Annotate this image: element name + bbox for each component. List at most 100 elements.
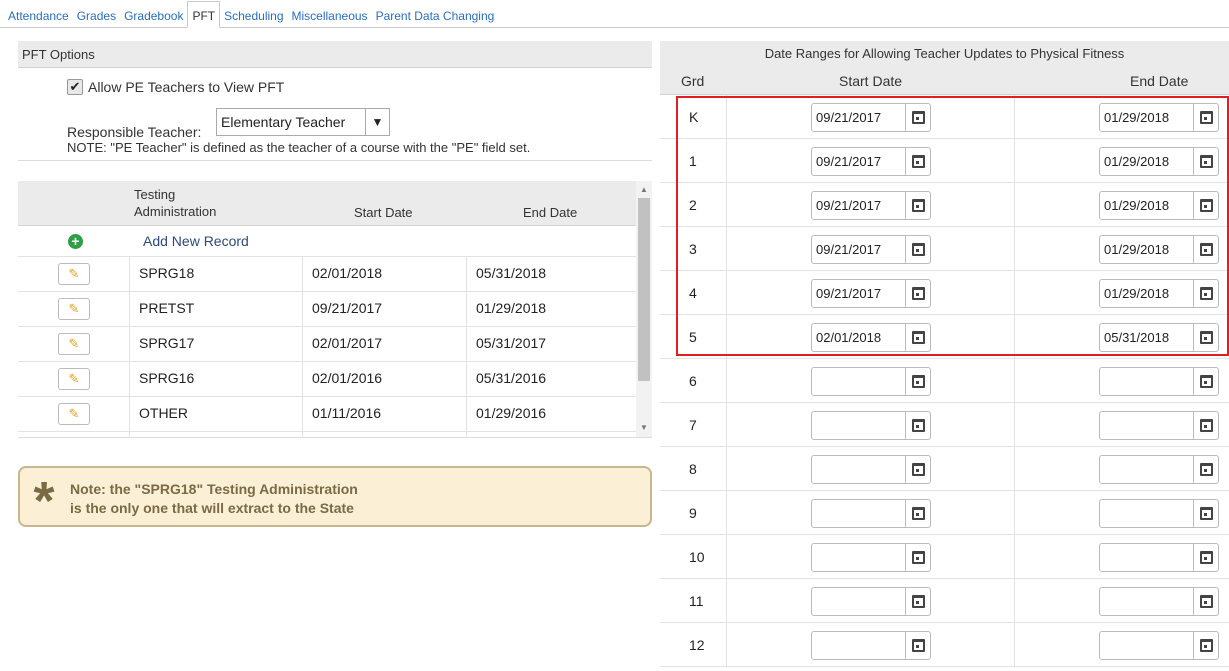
edit-button[interactable]: ✎ xyxy=(58,298,90,320)
module-tabs: Attendance Grades Gradebook PFT Scheduli… xyxy=(0,0,1229,28)
calendar-icon[interactable] xyxy=(905,280,930,307)
admin-start-cell: 02/01/2017 xyxy=(303,327,467,362)
admin-start-cell: 02/01/2018 xyxy=(303,257,467,292)
grade-row: 5 02/01/2018 05/31/2018 xyxy=(660,315,1229,359)
start-date-input[interactable] xyxy=(811,499,931,528)
sprg18-note-box: * Note: the "SPRG18" Testing Administrat… xyxy=(18,466,652,531)
grade-label: K xyxy=(689,109,699,125)
calendar-icon[interactable] xyxy=(1193,324,1218,351)
start-date-input[interactable]: 09/21/2017 xyxy=(811,235,931,264)
scroll-up-icon[interactable]: ▲ xyxy=(636,183,652,197)
calendar-icon[interactable] xyxy=(1193,148,1218,175)
end-date-input[interactable] xyxy=(1099,543,1219,572)
edit-button[interactable]: ✎ xyxy=(58,263,90,285)
divider xyxy=(726,183,727,227)
calendar-icon[interactable] xyxy=(1193,280,1218,307)
end-date-input[interactable] xyxy=(1099,411,1219,440)
start-date-input[interactable] xyxy=(811,411,931,440)
calendar-icon[interactable] xyxy=(1193,500,1218,527)
calendar-icon[interactable] xyxy=(1193,192,1218,219)
start-date-input[interactable] xyxy=(811,455,931,484)
tab-grades[interactable]: Grades xyxy=(73,1,120,27)
end-date-input[interactable]: 05/31/2018 xyxy=(1099,323,1219,352)
grade-row: 7 xyxy=(660,403,1229,447)
dropdown-arrow-icon[interactable]: ▼ xyxy=(365,109,389,135)
start-date-input[interactable]: 09/21/2017 xyxy=(811,191,931,220)
calendar-icon[interactable] xyxy=(905,632,930,659)
calendar-icon[interactable] xyxy=(1193,368,1218,395)
calendar-icon[interactable] xyxy=(1193,412,1218,439)
calendar-icon[interactable] xyxy=(905,588,930,615)
tab-miscellaneous[interactable]: Miscellaneous xyxy=(288,1,372,27)
calendar-icon[interactable] xyxy=(1193,632,1218,659)
table-scrollbar[interactable]: ▲ ▼ xyxy=(636,181,652,437)
allow-pe-row: ✔ Allow PE Teachers to View PFT xyxy=(67,79,284,95)
calendar-icon[interactable] xyxy=(1193,236,1218,263)
calendar-icon[interactable] xyxy=(1193,588,1218,615)
calendar-icon[interactable] xyxy=(905,500,930,527)
column-header-admin[interactable]: Testing Administration xyxy=(134,186,254,220)
asterisk-icon: * xyxy=(33,471,55,531)
calendar-icon[interactable] xyxy=(905,104,930,131)
calendar-icon[interactable] xyxy=(905,412,930,439)
calendar-icon[interactable] xyxy=(1193,456,1218,483)
tab-scheduling[interactable]: Scheduling xyxy=(220,1,287,27)
start-date-input[interactable]: 09/21/2017 xyxy=(811,147,931,176)
end-date-input[interactable]: 01/29/2018 xyxy=(1099,279,1219,308)
tab-parent-data-changing[interactable]: Parent Data Changing xyxy=(372,1,499,27)
start-date-input[interactable]: 02/01/2018 xyxy=(811,323,931,352)
grade-row: 11 xyxy=(660,579,1229,623)
allow-pe-checkbox[interactable]: ✔ xyxy=(67,79,83,95)
grade-label: 3 xyxy=(689,241,697,257)
divider xyxy=(726,535,727,579)
start-date-input[interactable] xyxy=(811,587,931,616)
pencil-icon: ✎ xyxy=(68,406,80,421)
end-date-input[interactable]: 01/29/2018 xyxy=(1099,191,1219,220)
start-date-input[interactable]: 09/21/2017 xyxy=(811,103,931,132)
divider xyxy=(1014,271,1015,315)
end-date-input[interactable]: 01/29/2018 xyxy=(1099,103,1219,132)
calendar-icon[interactable] xyxy=(905,368,930,395)
start-date-input[interactable] xyxy=(811,631,931,660)
pencil-icon: ✎ xyxy=(68,371,80,386)
start-date-input[interactable] xyxy=(811,367,931,396)
edit-button[interactable]: ✎ xyxy=(58,333,90,355)
tab-attendance[interactable]: Attendance xyxy=(4,1,73,27)
calendar-icon[interactable] xyxy=(1193,104,1218,131)
scroll-down-icon[interactable]: ▼ xyxy=(636,421,652,435)
calendar-icon[interactable] xyxy=(905,148,930,175)
responsible-teacher-select[interactable]: Elementary Teacher ▼ xyxy=(216,108,390,136)
calendar-icon[interactable] xyxy=(905,456,930,483)
divider xyxy=(1014,139,1015,183)
add-icon[interactable]: + xyxy=(68,234,83,249)
grade-row: 3 09/21/2017 01/29/2018 xyxy=(660,227,1229,271)
end-date-input[interactable] xyxy=(1099,455,1219,484)
grade-row: 9 xyxy=(660,491,1229,535)
start-date-input[interactable]: 09/21/2017 xyxy=(811,279,931,308)
end-date-input[interactable] xyxy=(1099,631,1219,660)
note-text: Note: the "SPRG18" Testing Administratio… xyxy=(70,480,358,518)
start-date-input[interactable] xyxy=(811,543,931,572)
calendar-icon[interactable] xyxy=(1193,544,1218,571)
end-date-input[interactable]: 01/29/2018 xyxy=(1099,147,1219,176)
grade-label: 8 xyxy=(689,461,697,477)
column-header-start[interactable]: Start Date xyxy=(354,205,413,220)
table-row xyxy=(18,432,636,437)
edit-button[interactable]: ✎ xyxy=(58,403,90,425)
column-header-end[interactable]: End Date xyxy=(523,205,577,220)
end-date-value: 01/29/2018 xyxy=(1104,110,1170,125)
end-date-input[interactable] xyxy=(1099,367,1219,396)
end-date-input[interactable]: 01/29/2018 xyxy=(1099,235,1219,264)
calendar-icon[interactable] xyxy=(905,544,930,571)
calendar-icon[interactable] xyxy=(905,324,930,351)
end-date-input[interactable] xyxy=(1099,499,1219,528)
end-date-input[interactable] xyxy=(1099,587,1219,616)
column-header-end-date: End Date xyxy=(1130,73,1189,89)
add-new-record-link[interactable]: Add New Record xyxy=(143,233,249,249)
tab-gradebook[interactable]: Gradebook xyxy=(120,1,187,27)
calendar-icon[interactable] xyxy=(905,236,930,263)
edit-button[interactable]: ✎ xyxy=(58,368,90,390)
calendar-icon[interactable] xyxy=(905,192,930,219)
tab-pft[interactable]: PFT xyxy=(187,1,221,28)
scroll-thumb[interactable] xyxy=(638,198,650,381)
